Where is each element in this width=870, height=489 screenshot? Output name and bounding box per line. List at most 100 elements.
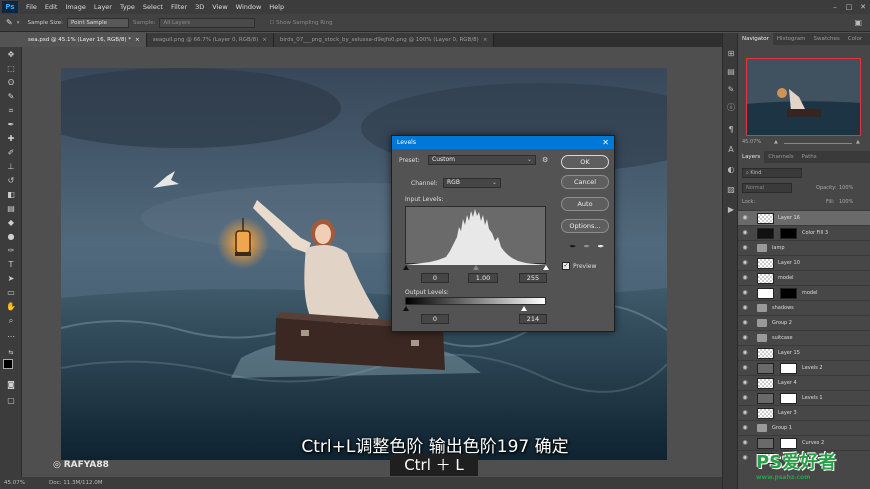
character-icon[interactable]: A (726, 145, 736, 155)
blend-mode-select[interactable]: Normal (742, 183, 792, 193)
tab-birds-png[interactable]: birds_07___png_stock_by_selussa-d9ejfo0.… (273, 33, 495, 47)
marquee-tool-icon[interactable]: ⬚ (4, 63, 18, 75)
menu-select[interactable]: Select (139, 3, 167, 11)
stamp-tool-icon[interactable]: ⊥ (4, 161, 18, 173)
input-gamma-slider[interactable] (473, 265, 479, 270)
crop-tool-icon[interactable]: ⌗ (4, 105, 18, 117)
close-icon[interactable]: × (135, 37, 140, 43)
layer-row[interactable]: ◉ Levels 1 (738, 390, 870, 405)
chevron-down-icon[interactable]: ▾ (17, 20, 20, 26)
info-icon[interactable]: ⓘ (726, 103, 736, 113)
layer-row[interactable]: ◉ model (738, 270, 870, 285)
opacity-value[interactable]: 100% (839, 185, 853, 191)
zoom-slider[interactable] (784, 143, 852, 144)
sample-select[interactable]: All Layers (159, 17, 256, 28)
menu-help[interactable]: Help (265, 3, 288, 11)
layer-mask-thumbnail[interactable] (780, 363, 797, 374)
visibility-eye-icon[interactable]: ◉ (741, 259, 749, 266)
levels-titlebar[interactable]: Levels ✕ (392, 136, 614, 149)
properties-icon[interactable]: ▤ (726, 67, 736, 77)
layer-row[interactable]: ◉ lamp (738, 240, 870, 255)
layer-row[interactable]: ◉ Layer 10 (738, 255, 870, 270)
tab-swatches[interactable]: Swatches (809, 33, 843, 45)
visibility-eye-icon[interactable]: ◉ (741, 319, 749, 326)
quick-select-tool-icon[interactable]: ✎ (4, 91, 18, 103)
close-icon[interactable]: × (262, 37, 267, 43)
menu-image[interactable]: Image (61, 3, 89, 11)
layer-row[interactable]: ◉ model (738, 285, 870, 300)
tab-layers[interactable]: Layers (738, 151, 765, 163)
menu-window[interactable]: Window (232, 3, 266, 11)
quick-mask-icon[interactable]: ◙ (4, 379, 18, 391)
gradient-tool-icon[interactable]: ▤ (4, 203, 18, 215)
status-zoom[interactable]: 45.07% (4, 480, 25, 486)
visibility-eye-icon[interactable]: ◉ (741, 304, 749, 311)
gray-eyedropper-icon[interactable]: ✒ (582, 242, 592, 252)
actions-icon[interactable]: ▶ (726, 205, 736, 215)
zoom-in-icon[interactable]: ▲ (856, 139, 860, 145)
eyedropper-icon[interactable]: ✎ (6, 18, 13, 27)
visibility-eye-icon[interactable]: ◉ (741, 409, 749, 416)
history-icon[interactable]: ⊞ (726, 49, 736, 59)
input-white-field[interactable]: 255 (519, 273, 547, 283)
foreground-color-swatch[interactable] (3, 359, 13, 369)
brush-tool-icon[interactable]: ✐ (4, 147, 18, 159)
path-select-tool-icon[interactable]: ➤ (4, 273, 18, 285)
options-button[interactable]: Options... (561, 219, 609, 233)
tab-paths[interactable]: Paths (798, 151, 821, 163)
layer-row[interactable]: ◉ Layer 16 (738, 210, 870, 225)
visibility-eye-icon[interactable]: ◉ (741, 394, 749, 401)
visibility-eye-icon[interactable]: ◉ (741, 349, 749, 356)
dodge-tool-icon[interactable]: ● (4, 231, 18, 243)
visibility-eye-icon[interactable]: ◉ (741, 364, 749, 371)
type-tool-icon[interactable]: T (4, 259, 18, 271)
tab-histogram[interactable]: Histogram (773, 33, 810, 45)
screen-mode-icon[interactable]: ▢ (4, 395, 18, 407)
visibility-eye-icon[interactable]: ◉ (741, 214, 749, 221)
layer-row[interactable]: ◉ Levels 2 (738, 360, 870, 375)
pen-tool-icon[interactable]: ✑ (4, 245, 18, 257)
output-black-slider[interactable] (403, 306, 409, 311)
eraser-tool-icon[interactable]: ◧ (4, 189, 18, 201)
sample-size-select[interactable]: Point Sample (66, 17, 129, 28)
output-white-slider[interactable] (520, 306, 527, 311)
maximize-icon[interactable]: □ (842, 0, 856, 14)
lasso-tool-icon[interactable]: ʘ (4, 77, 18, 89)
layer-mask-thumbnail[interactable] (780, 393, 797, 404)
auto-button[interactable]: Auto (561, 197, 609, 211)
output-black-field[interactable]: 0 (421, 314, 449, 324)
layer-row[interactable]: ◉ Layer 3 (738, 405, 870, 420)
workspace-icon[interactable]: ▣ (854, 18, 862, 27)
menu-layer[interactable]: Layer (90, 3, 116, 11)
show-sampling-ring-checkbox[interactable]: ☐ Show Sampling Ring (269, 20, 332, 26)
eyedropper-tool-icon[interactable]: ✒ (4, 119, 18, 131)
layer-row[interactable]: ◉ Layer 4 (738, 375, 870, 390)
styles-icon[interactable]: ▨ (726, 185, 736, 195)
menu-3d[interactable]: 3D (191, 3, 208, 11)
navigator-thumbnail[interactable] (746, 58, 861, 136)
output-white-field[interactable]: 214 (519, 314, 547, 324)
history-brush-tool-icon[interactable]: ↺ (4, 175, 18, 187)
swap-colors-icon[interactable]: ⇆ (4, 347, 18, 359)
tab-seagull-png[interactable]: seagull.png @ 66.7% (Layer 0, RGB/8) × (146, 33, 274, 47)
tab-sea-psd[interactable]: sea.psd @ 45.1% (Layer 16, RGB/8) * × (22, 33, 147, 47)
preview-checkbox[interactable]: ✓ (562, 262, 570, 270)
menu-type[interactable]: Type (116, 3, 139, 11)
layer-filter-kind[interactable]: ⌕ Kind (742, 168, 802, 178)
visibility-eye-icon[interactable]: ◉ (741, 229, 749, 236)
paragraph-icon[interactable]: ¶ (726, 125, 736, 135)
black-eyedropper-icon[interactable]: ✒ (568, 242, 578, 252)
menu-filter[interactable]: Filter (167, 3, 191, 11)
menu-edit[interactable]: Edit (41, 3, 62, 11)
channel-select[interactable]: RGB ⌄ (443, 178, 501, 188)
white-eyedropper-icon[interactable]: ✒ (596, 242, 606, 252)
input-black-slider[interactable] (403, 265, 409, 270)
close-icon[interactable]: ✕ (856, 0, 870, 14)
visibility-eye-icon[interactable]: ◉ (741, 334, 749, 341)
visibility-eye-icon[interactable]: ◉ (741, 289, 749, 296)
layer-row[interactable]: ◉ Layer 15 (738, 345, 870, 360)
visibility-eye-icon[interactable]: ◉ (741, 274, 749, 281)
fill-value[interactable]: 100% (839, 199, 853, 205)
input-black-field[interactable]: 0 (421, 273, 449, 283)
cancel-button[interactable]: Cancel (561, 175, 609, 189)
